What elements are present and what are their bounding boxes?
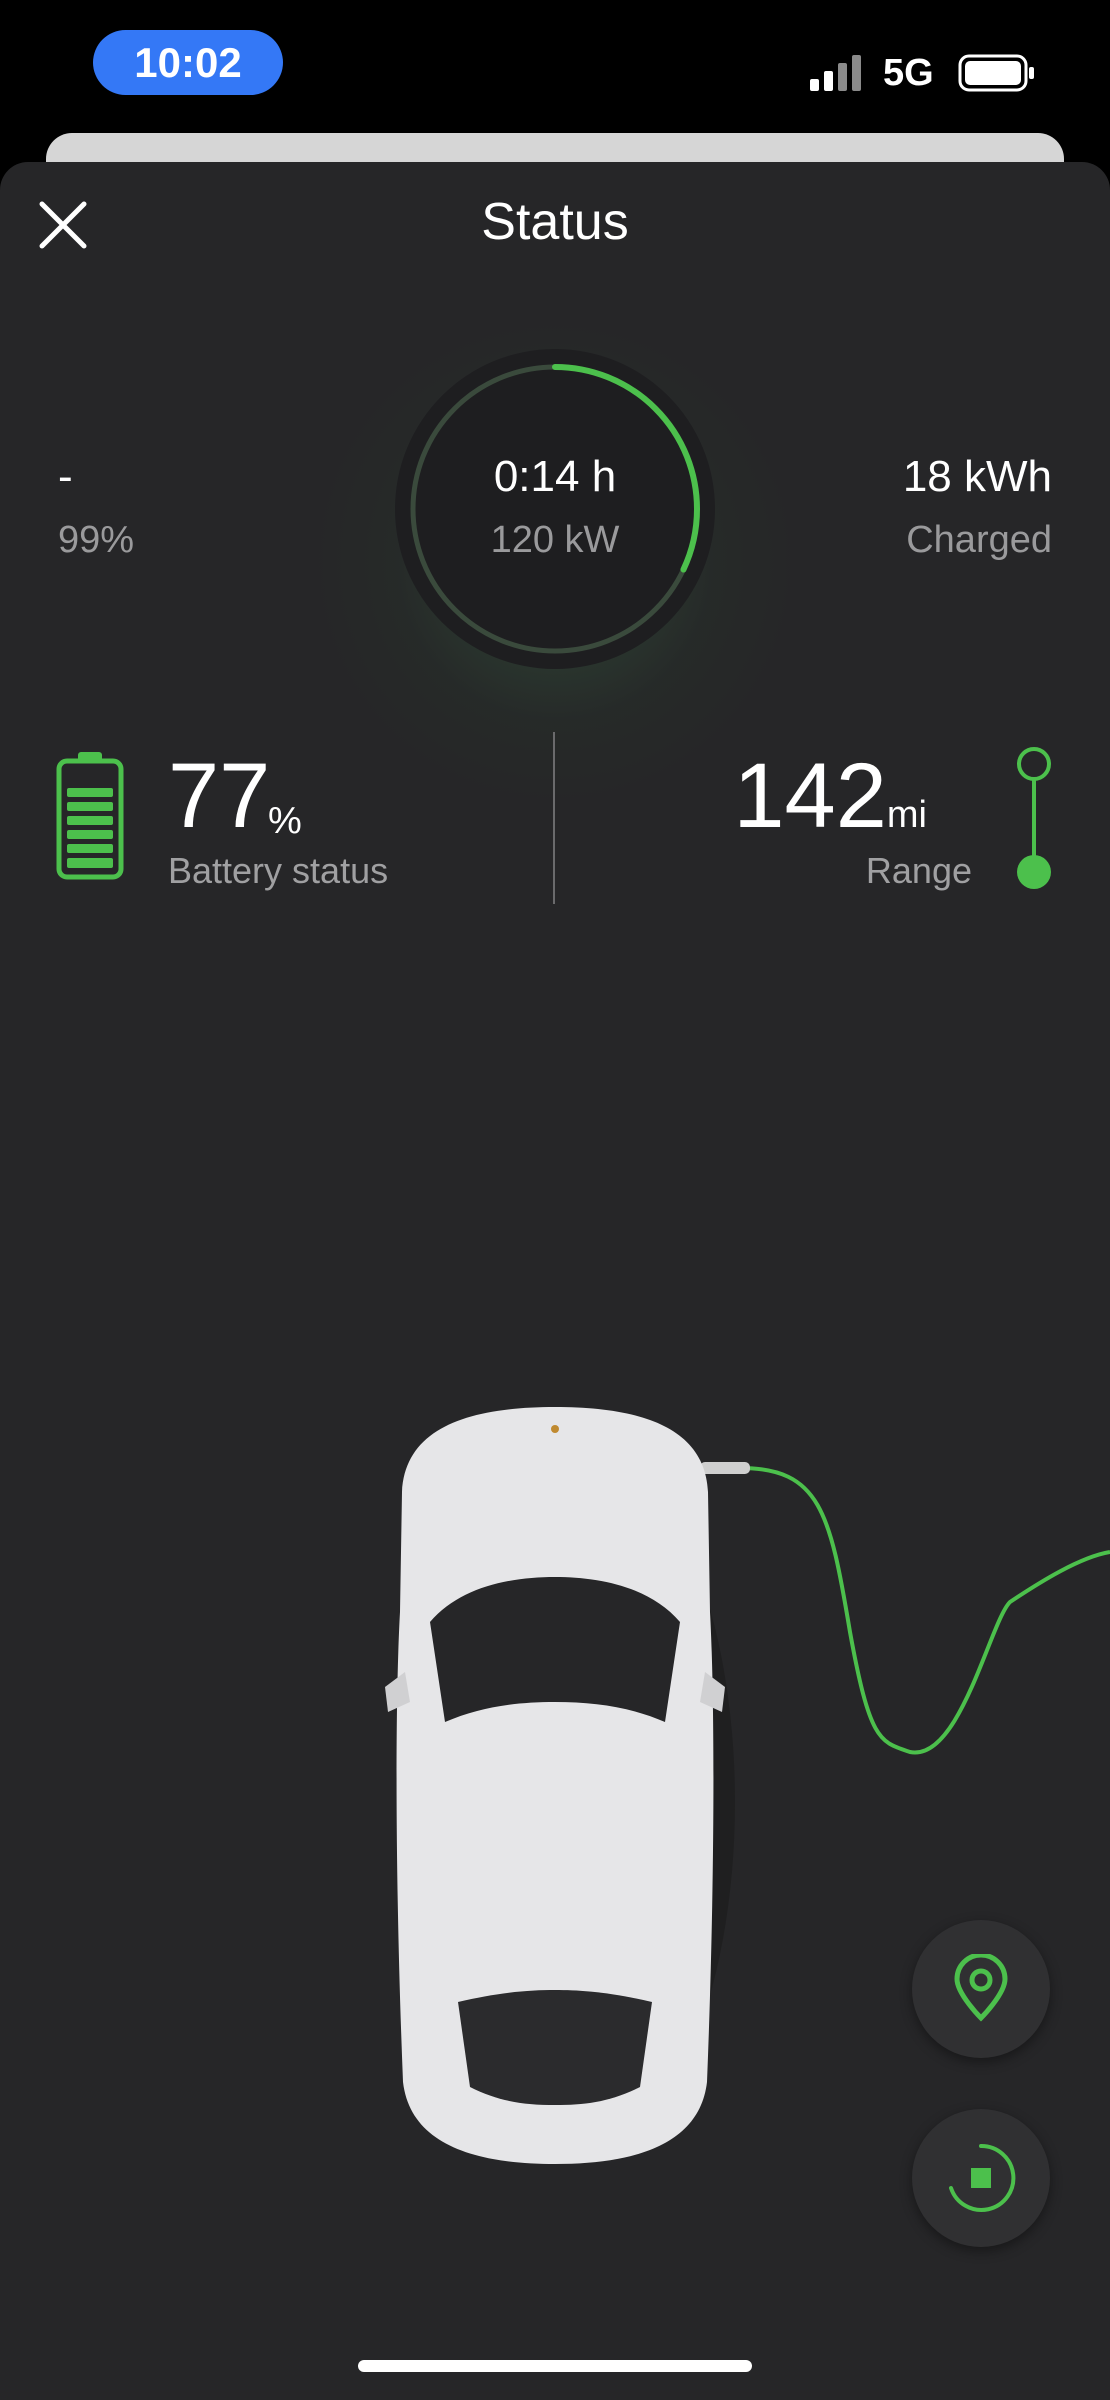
charging-progress-ring — [395, 349, 715, 669]
target-value: - — [58, 452, 73, 501]
range-unit: mi — [886, 794, 927, 836]
range-value: 142mi — [733, 750, 927, 861]
car-rear-window — [458, 1990, 652, 2105]
status-sheet: Status 0:14 h 120 kW - 99% 18 kWh Charge… — [0, 162, 1110, 2400]
energy-charged-value: 18 kWh — [902, 452, 1052, 501]
stats-divider — [553, 732, 555, 904]
charging-time-remaining: 0:14 h — [493, 452, 617, 501]
battery-percent-value: 77 — [168, 745, 271, 847]
network-type: 5G — [883, 52, 934, 94]
range-gauge-icon — [1017, 747, 1051, 889]
charging-cable — [739, 1466, 1110, 1755]
location-button[interactable] — [912, 1920, 1050, 2058]
range-label: Range — [865, 850, 972, 891]
status-time: 10:02 — [93, 30, 283, 95]
charging-power: 120 kW — [490, 519, 620, 561]
location-pin-icon — [954, 1954, 1008, 2022]
target-soc: 99% — [58, 519, 135, 561]
page-title: Status — [481, 193, 629, 251]
battery-status-label: Battery status — [168, 850, 389, 891]
range-number: 142 — [733, 745, 887, 847]
device-battery-icon — [958, 54, 1034, 92]
stop-charging-button[interactable] — [912, 2109, 1050, 2247]
stop-charging-icon — [949, 2143, 1016, 2212]
charging-connector — [700, 1462, 750, 1474]
car-windshield — [430, 1577, 680, 1722]
energy-charged-label: Charged — [906, 519, 1052, 561]
battery-level-icon — [56, 752, 124, 880]
battery-percent-unit: % — [268, 800, 302, 842]
signal-strength-icon — [810, 55, 861, 91]
home-indicator[interactable] — [358, 2360, 752, 2372]
